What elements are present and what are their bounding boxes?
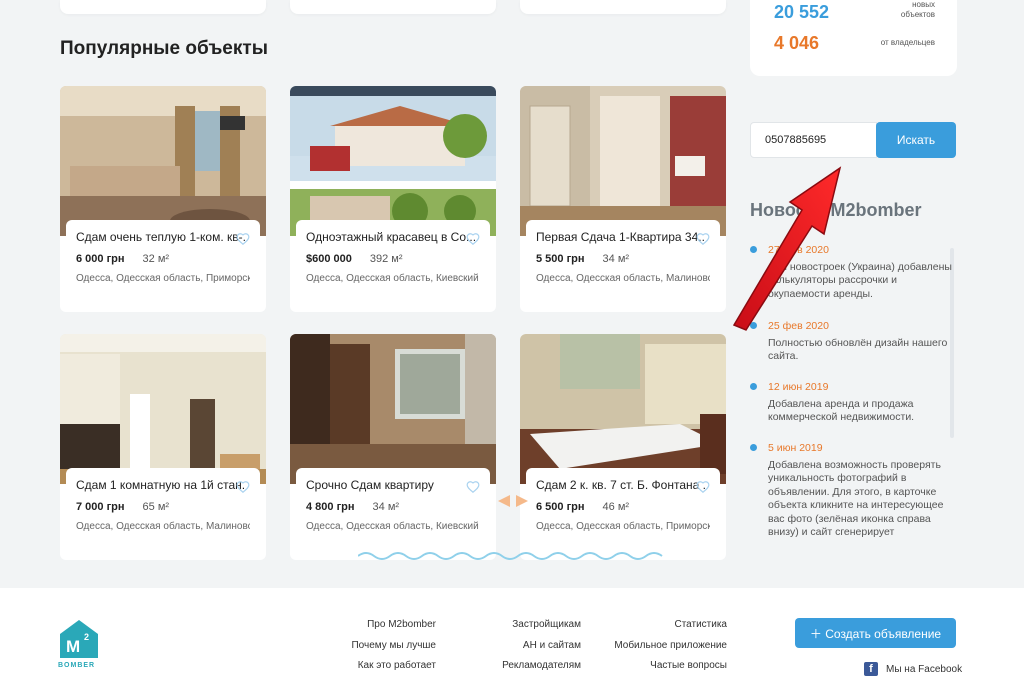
listing-photo[interactable] xyxy=(60,86,266,236)
favorite-heart-icon[interactable] xyxy=(236,232,250,246)
news-text: Добавлена возможность проверять уникальн… xyxy=(768,458,944,539)
listing-card[interactable]: Первая Сдача 1-Квартира 34... 5 500 грн 3… xyxy=(520,86,726,312)
listing-price: $600 000 xyxy=(306,253,352,265)
wave-divider-icon xyxy=(358,552,663,560)
footer-link[interactable]: Про M2bomber xyxy=(367,619,436,630)
listing-area: 392 м² xyxy=(369,253,403,265)
listing-info: Срочно Сдам квартиру 4 800 грн 34 м² Одес… xyxy=(296,468,490,544)
footer-link[interactable]: Рекламодателям xyxy=(502,660,581,671)
listing-photo[interactable] xyxy=(520,86,726,236)
listing-title[interactable]: Сдам 2 к. кв. 7 ст. Б. Фонтана ... xyxy=(536,478,706,492)
listing-card[interactable]: Сдам 2 к. кв. 7 ст. Б. Фонтана ... 6 500… xyxy=(520,334,726,560)
listing-card[interactable]: Сдам очень теплую 1-ком. кв-... 6 000 гр… xyxy=(60,86,266,312)
listing-card[interactable]: Одноэтажный красавец в Со... $600 000 392… xyxy=(290,86,496,312)
news-date: 5 июн 2019 xyxy=(768,442,823,454)
footer-link[interactable]: Почему мы лучше xyxy=(351,640,436,651)
listing-card-partial[interactable] xyxy=(60,0,266,14)
listing-price: 6 000 грн xyxy=(76,253,125,265)
listing-area: 46 м² xyxy=(602,501,630,513)
listing-price: 7 000 грн xyxy=(76,501,125,513)
listing-title[interactable]: Одноэтажный красавец в Со... xyxy=(306,230,476,244)
listing-title[interactable]: Первая Сдача 1-Квартира 34... xyxy=(536,230,706,244)
listing-title[interactable]: Сдам очень теплую 1-ком. кв-... xyxy=(76,230,246,244)
facebook-icon: f xyxy=(864,662,878,676)
stat-new-count: 20 552 xyxy=(774,2,830,22)
listing-area: 65 м² xyxy=(142,501,170,513)
listing-address: Одесса, Одесская область, Малиновс... xyxy=(76,521,250,532)
listing-info: Сдам 2 к. кв. 7 ст. Б. Фонтана ... 6 500… xyxy=(526,468,720,544)
search-button[interactable]: Искать xyxy=(876,122,956,158)
listing-info: Первая Сдача 1-Квартира 34... 5 500 грн 3… xyxy=(526,220,720,296)
footer: M 2 BOMBER Про M2bomber Почему мы лучше … xyxy=(0,588,1024,683)
footer-link[interactable]: Мобильное приложение xyxy=(614,640,727,651)
phone-search-input[interactable] xyxy=(750,122,877,158)
facebook-label: Мы на Facebook xyxy=(886,663,963,675)
favorite-heart-icon[interactable] xyxy=(696,480,710,494)
stat-owner-label: от владельцев xyxy=(880,38,935,47)
listing-area: 34 м² xyxy=(372,501,400,513)
create-listing-label: Создать объявление xyxy=(825,626,942,641)
listing-address: Одесса, Одесская область, Киевский xyxy=(306,273,479,284)
listing-photo[interactable] xyxy=(290,334,496,484)
listing-card-partial[interactable] xyxy=(290,0,496,14)
listing-info: Сдам очень теплую 1-ком. кв-... 6 000 гр… xyxy=(66,220,260,296)
news-item: 5 июн 2019 Добавлена возможность проверя… xyxy=(768,442,958,544)
listing-price: 5 500 грн xyxy=(536,253,585,265)
stats-panel: 20 552 новых объектов 4 046 от владельцев xyxy=(750,0,957,76)
footer-link[interactable]: Как это работает xyxy=(358,660,436,671)
annotation-arrow-icon xyxy=(732,166,842,331)
favorite-heart-icon[interactable] xyxy=(696,232,710,246)
listing-photo[interactable] xyxy=(290,86,496,236)
footer-link[interactable]: Частые вопросы xyxy=(650,660,727,671)
svg-text:2: 2 xyxy=(84,632,89,642)
stat-owner-count: 4 046 xyxy=(774,33,820,53)
news-text: Добавлена аренда и продажа коммерческой … xyxy=(768,397,915,424)
m2bomber-logo-icon[interactable]: M 2 xyxy=(58,618,100,660)
listing-address: Одесса, Одесская область, Киевский xyxy=(306,521,479,532)
listing-card[interactable]: Срочно Сдам квартиру 4 800 грн 34 м² Одес… xyxy=(290,334,496,560)
listing-price: 4 800 грн xyxy=(306,501,355,513)
logo-text: BOMBER xyxy=(58,662,96,669)
news-date: 12 июн 2019 xyxy=(768,381,829,393)
svg-text:M: M xyxy=(66,637,80,656)
news-dot-icon xyxy=(750,444,757,451)
listing-info: Одноэтажный красавец в Со... $600 000 392… xyxy=(296,220,490,296)
favorite-heart-icon[interactable] xyxy=(236,480,250,494)
facebook-link[interactable]: f Мы на Facebook xyxy=(864,662,962,676)
listing-address: Одесса, Одесская область, Приморск... xyxy=(536,521,710,532)
carousel-arrows-icon[interactable] xyxy=(498,494,528,508)
listing-card[interactable]: Сдам 1 комнатную на 1й стан... 7 000 грн… xyxy=(60,334,266,560)
listing-price: 6 500 грн xyxy=(536,501,585,513)
listing-area: 32 м² xyxy=(142,253,170,265)
stat-new-label: новых объектов xyxy=(900,0,935,19)
listing-title[interactable]: Сдам 1 комнатную на 1й стан... xyxy=(76,478,246,492)
listing-title[interactable]: Срочно Сдам квартиру xyxy=(306,478,476,492)
create-listing-button[interactable]: ＋ Создать объявление xyxy=(795,618,956,648)
listing-photo[interactable] xyxy=(60,334,266,484)
listing-info: Сдам 1 комнатную на 1й стан... 7 000 грн… xyxy=(66,468,260,544)
footer-link[interactable]: Статистика xyxy=(674,619,727,630)
listing-address: Одесса, Одесская область, Приморск... xyxy=(76,273,250,284)
section-title: Популярные объекты xyxy=(60,38,268,59)
listing-card-partial[interactable] xyxy=(520,0,726,14)
listing-address: Одесса, Одесская область, Малиновс... xyxy=(536,273,710,284)
favorite-heart-icon[interactable] xyxy=(466,480,480,494)
news-dot-icon xyxy=(750,383,757,390)
footer-link[interactable]: Застройщикам xyxy=(512,619,581,630)
news-item: 12 июн 2019 Добавлена аренда и продажа к… xyxy=(768,381,958,425)
listing-photo[interactable] xyxy=(520,334,726,484)
favorite-heart-icon[interactable] xyxy=(466,232,480,246)
news-text: Полностью обновлён дизайн нашего сайта. xyxy=(768,336,948,363)
listing-area: 34 м² xyxy=(602,253,630,265)
footer-link[interactable]: АН и сайтам xyxy=(523,640,581,651)
plus-icon: ＋ xyxy=(809,626,826,641)
